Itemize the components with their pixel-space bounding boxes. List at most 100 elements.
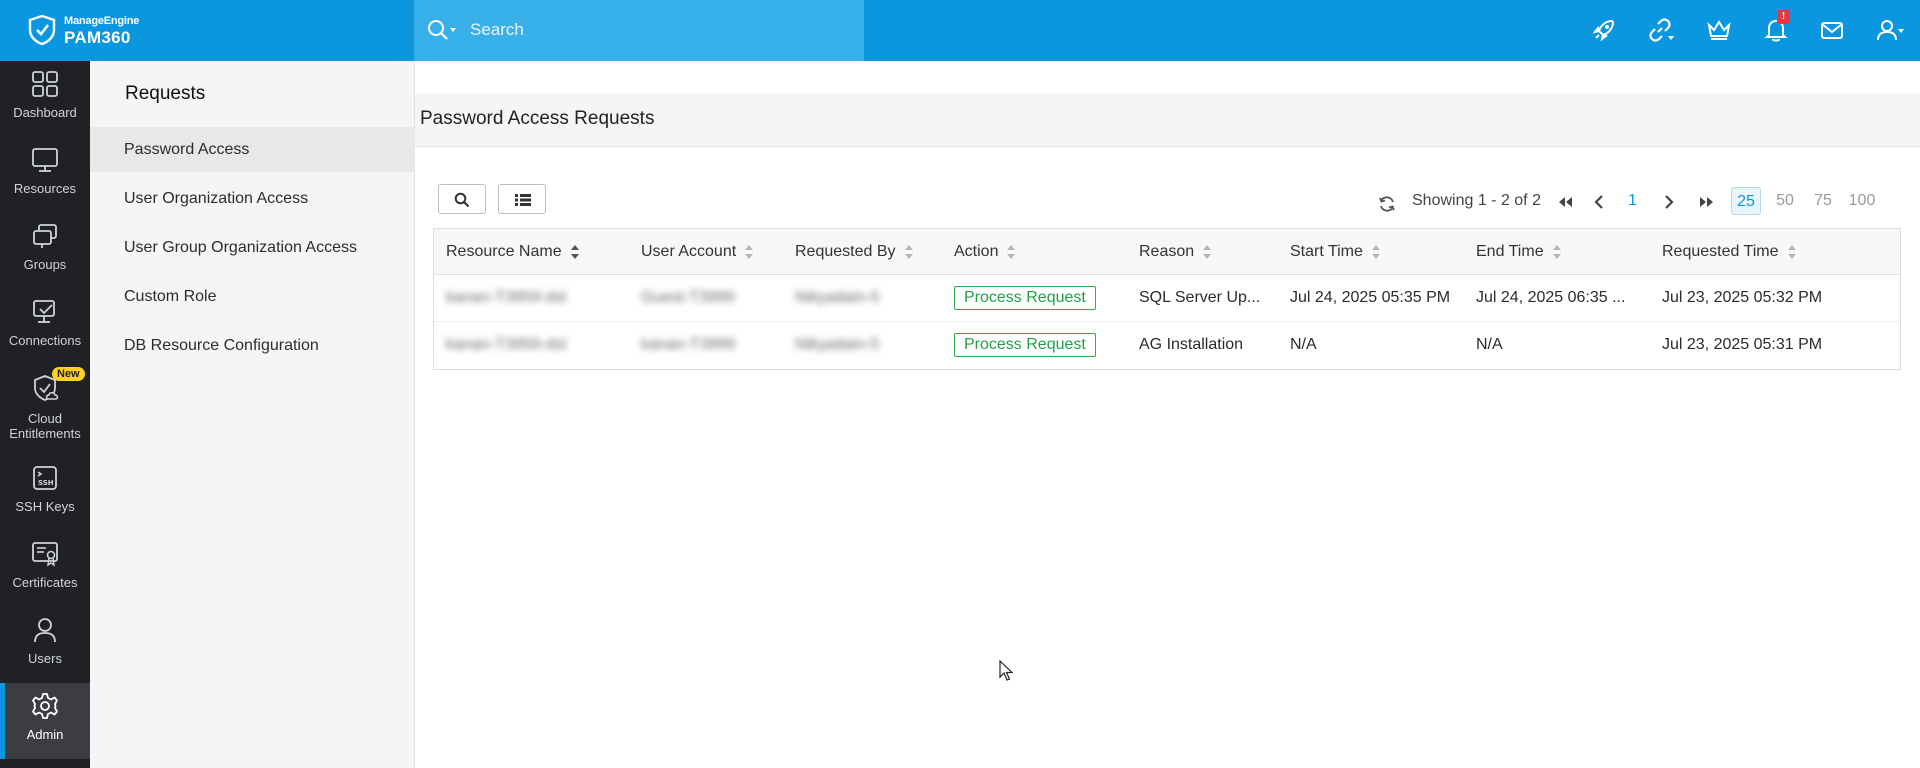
crown-icon[interactable]	[1702, 14, 1736, 46]
nav-ssh-keys[interactable]: SSH SSH Keys	[0, 455, 90, 531]
search-icon[interactable]	[426, 18, 460, 42]
sort-icon[interactable]	[1371, 244, 1381, 259]
nav-label: Admin	[26, 727, 64, 742]
bell-icon[interactable]: !	[1759, 10, 1793, 46]
nav-label: Users	[28, 651, 62, 666]
nav-cloud-entitlements[interactable]: New Cloud Entitlements	[0, 365, 90, 455]
nav-resources[interactable]: Resources	[0, 137, 90, 213]
nav-label: Dashboard	[13, 105, 77, 120]
reason-cell: AG Installation	[1139, 336, 1244, 353]
mouse-cursor-icon	[999, 660, 1014, 681]
next-page-icon[interactable]	[1662, 194, 1676, 210]
action-cell: Process Request	[954, 275, 1096, 321]
refresh-icon[interactable]	[1377, 194, 1397, 214]
subnav-user-organization-access[interactable]: User Organization Access	[90, 176, 415, 221]
page-size-100[interactable]: 100	[1844, 187, 1880, 215]
new-badge: New	[52, 367, 85, 381]
main-content: Password Access Requests Showing 1 - 2 o…	[415, 61, 1920, 768]
requests-table: Resource Name User Account Requested By …	[433, 228, 1901, 370]
requested-by-cell: Nikyadain-5	[795, 336, 880, 353]
sort-icon[interactable]	[1202, 244, 1212, 259]
start-time-cell: Jul 24, 2025 05:35 PM	[1290, 289, 1451, 306]
column-header-user-account[interactable]: User Account	[641, 229, 754, 274]
page-title: Password Access Requests	[420, 108, 655, 129]
last-page-icon[interactable]	[1698, 194, 1716, 210]
pam360-logo[interactable]: ManageEngine PAM360	[26, 12, 146, 48]
subnav-custom-role[interactable]: Custom Role	[90, 274, 415, 319]
requested-time-cell: Jul 23, 2025 05:31 PM	[1662, 336, 1823, 353]
link-icon[interactable]	[1643, 14, 1677, 46]
connections-icon	[33, 300, 55, 323]
sort-icon[interactable]	[1787, 244, 1797, 259]
nav-connections[interactable]: Connections	[0, 289, 90, 365]
subnav-title: Requests	[125, 83, 206, 104]
top-bar: ManageEngine PAM360 !	[0, 0, 1920, 61]
resource-name-cell[interactable]: kanan-T3959-dsl	[446, 322, 566, 369]
column-header-reason[interactable]: Reason	[1139, 229, 1212, 274]
svg-text:SSH: SSH	[38, 479, 54, 487]
column-header-requested-time[interactable]: Requested Time	[1662, 229, 1797, 274]
column-header-action[interactable]: Action	[954, 229, 1016, 274]
subnav-user-group-organization-access[interactable]: User Group Organization Access	[90, 225, 415, 270]
previous-page-icon[interactable]	[1592, 194, 1606, 210]
nav-label: SSH Keys	[15, 499, 75, 514]
end-time-cell: N/A	[1476, 336, 1503, 353]
nav-dashboard[interactable]: Dashboard	[0, 61, 90, 137]
nav-certificates[interactable]: Certificates	[0, 531, 90, 607]
column-label: Resource Name	[446, 243, 562, 260]
column-chooser-button[interactable]	[498, 184, 546, 214]
first-page-icon[interactable]	[1556, 194, 1574, 210]
column-label: Reason	[1139, 243, 1195, 260]
sort-icon[interactable]	[1006, 244, 1016, 259]
nav-users[interactable]: Users	[0, 607, 90, 683]
column-header-resource-name[interactable]: Resource Name	[446, 229, 580, 274]
mail-icon[interactable]	[1815, 14, 1849, 46]
ssh-keys-icon: SSH	[33, 466, 57, 490]
requested-by-cell: Nikyadain-5	[795, 289, 880, 306]
users-icon	[34, 618, 56, 643]
page-size-25[interactable]: 25	[1731, 187, 1761, 215]
column-label: Requested By	[795, 243, 896, 260]
process-request-button[interactable]: Process Request	[954, 332, 1096, 357]
process-request-button[interactable]: Process Request	[954, 285, 1096, 310]
table-search-button[interactable]	[438, 184, 486, 214]
end-time-cell: Jul 24, 2025 06:35 ...	[1476, 289, 1626, 306]
current-page[interactable]: 1	[1628, 187, 1637, 215]
nav-admin[interactable]: Admin	[0, 683, 90, 759]
rocket-icon[interactable]	[1587, 14, 1621, 46]
column-header-end-time[interactable]: End Time	[1476, 229, 1562, 274]
page-size-50[interactable]: 50	[1771, 187, 1799, 215]
nav-label: Certificates	[12, 575, 78, 590]
sort-icon[interactable]	[1552, 244, 1562, 259]
search-input[interactable]	[470, 16, 830, 44]
requested-time-cell: Jul 23, 2025 05:32 PM	[1662, 289, 1823, 306]
resource-name-cell[interactable]: kanan-T3959-dsl	[446, 275, 566, 321]
column-label: Requested Time	[1662, 243, 1779, 260]
nav-label: Resources	[13, 181, 77, 196]
shield-logo-icon	[28, 14, 56, 46]
table-row: kanan-T3959-dsl Guest-T3999 Nikyadain-5 …	[434, 275, 1900, 322]
sort-icon[interactable]	[570, 244, 580, 259]
column-label: Action	[954, 243, 999, 260]
reason-cell: SQL Server Up...	[1139, 289, 1261, 306]
column-header-requested-by[interactable]: Requested By	[795, 229, 914, 274]
subnav-db-resource-configuration[interactable]: DB Resource Configuration	[90, 323, 415, 368]
column-label: End Time	[1476, 243, 1544, 260]
action-cell: Process Request	[954, 322, 1096, 369]
column-header-start-time[interactable]: Start Time	[1290, 229, 1381, 274]
brand-company: ManageEngine	[64, 15, 140, 27]
column-label: Start Time	[1290, 243, 1363, 260]
user-icon[interactable]	[1873, 14, 1907, 46]
start-time-cell: N/A	[1290, 336, 1317, 353]
subnav-password-access[interactable]: Password Access	[90, 127, 415, 172]
search-icon	[454, 192, 470, 208]
sort-icon[interactable]	[744, 244, 754, 259]
nav-groups[interactable]: Groups	[0, 213, 90, 289]
brand-product: PAM360	[64, 28, 131, 47]
notification-badge: !	[1777, 10, 1790, 24]
table-header: Resource Name User Account Requested By …	[434, 229, 1900, 275]
sort-icon[interactable]	[904, 244, 914, 259]
page-header: Password Access Requests	[415, 93, 1920, 147]
page-size-75[interactable]: 75	[1809, 187, 1837, 215]
requests-subnav: Requests Password Access User Organizati…	[90, 61, 415, 768]
